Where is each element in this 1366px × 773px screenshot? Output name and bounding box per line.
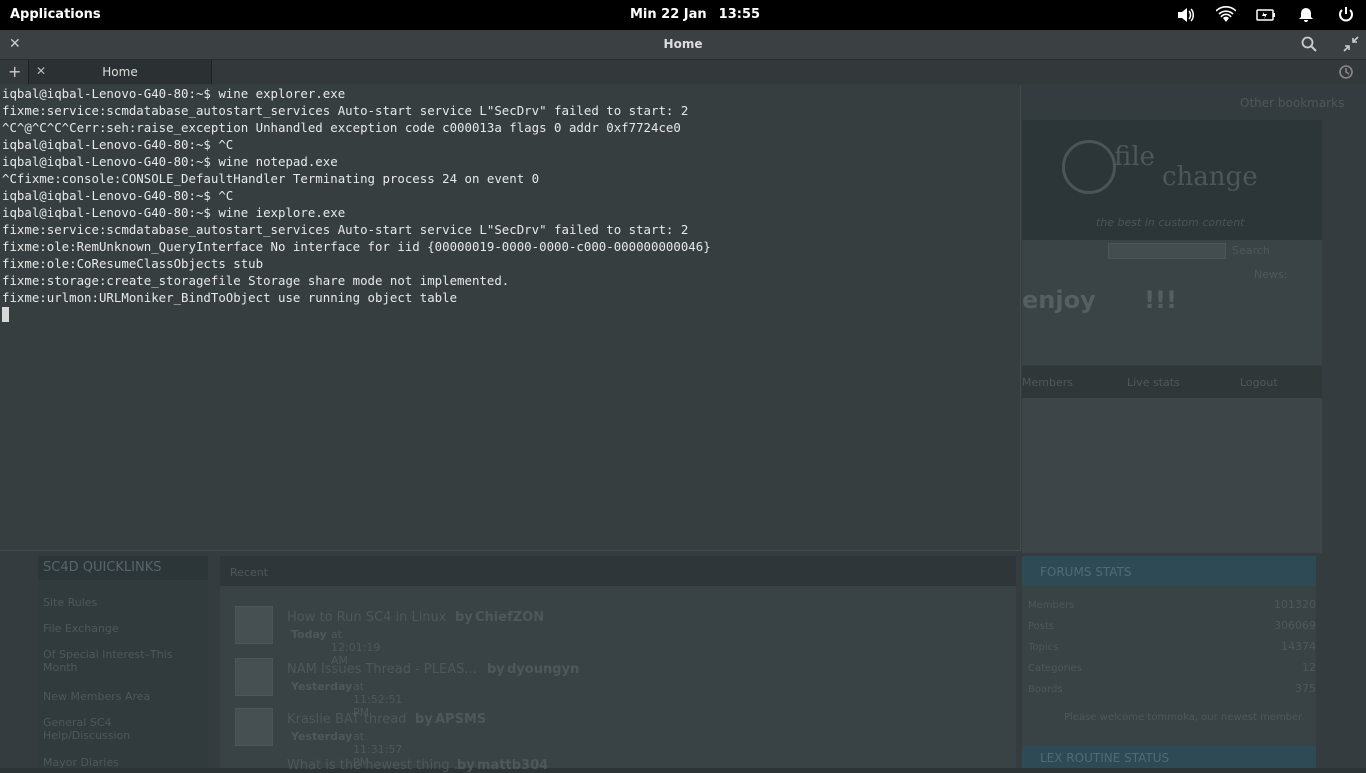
window-titlebar: ✕ Home [0,30,1366,60]
new-tab-icon[interactable]: + [8,62,21,81]
battery-icon[interactable] [1256,6,1276,24]
stat-value: 12 [1302,661,1316,674]
stat-label: Posts [1028,621,1055,632]
quicklink-item[interactable]: File Exchange [43,622,119,635]
post-when-bold: Today [291,628,327,641]
forum-stats-panel: FORUMS STATS Members 101320 Posts 306069… [1022,556,1316,768]
stat-label: Topics [1028,642,1059,653]
enjoy-heading: enjoy !!! [1022,286,1177,314]
quicklinks-title: SC4D QUICKLINKS [38,556,208,580]
terminal-output[interactable]: iqbal@iqbal-Lenovo-G40-80:~$ wine explor… [0,85,1021,551]
quicklink-item[interactable]: General SC4 Help/Discussion [43,716,173,742]
post-by: by [455,610,473,625]
post-thumbnail [235,606,273,644]
post-thumbnail [235,708,273,746]
terminal-line: fixme:service:scmdatabase_autostart_serv… [2,222,689,237]
volume-icon[interactable] [1176,6,1196,24]
stat-label: Categories [1028,663,1082,674]
nav-item-live-stats[interactable]: Live stats [1127,376,1180,389]
recent-posts-panel: Recent How to Run SC4 in Linux by ChiefZ… [220,556,1016,773]
terminal-line: iqbal@iqbal-Lenovo-G40-80:~$ wine explor… [2,86,346,101]
quicklinks-panel: SC4D QUICKLINKS Site Rules File Exchange… [38,556,208,769]
stat-label: Boards [1028,684,1063,695]
date-label: Min 22 Jan [630,7,707,22]
terminal-line: fixme:ole:CoResumeClassObjects stub [2,256,264,271]
nav-item-members[interactable]: Members [1022,376,1073,389]
terminal-line: iqbal@iqbal-Lenovo-G40-80:~$ ^C [2,137,234,152]
terminal-line: fixme:urlmon:URLMoniker_BindToObject use… [2,290,458,305]
post-by: by [487,662,505,677]
stat-value: 375 [1295,682,1316,695]
unmaximize-icon[interactable] [1343,36,1359,56]
applications-menu[interactable]: Applications [10,7,101,22]
quicklink-item[interactable]: Site Rules [43,596,97,609]
search-icon[interactable] [1301,36,1317,56]
banner-body: Search News: enjoy !!! [1022,240,1322,365]
terminal-line: fixme:storage:create_storagefile Storage… [2,273,510,288]
terminal-line: iqbal@iqbal-Lenovo-G40-80:~$ wine notepa… [2,154,338,169]
notification-bell-icon[interactable] [1296,6,1316,24]
search-button[interactable]: Search [1232,244,1270,257]
history-icon[interactable] [1338,64,1354,84]
stats-title: FORUMS STATS [1040,565,1132,579]
news-label: News: [1254,268,1288,281]
enjoy-text: enjoy [1022,286,1096,314]
latest-title: LEX ROUTINE STATUS [1040,751,1170,765]
post-author[interactable]: dyoungyn [507,662,579,677]
wifi-icon[interactable] [1215,6,1237,24]
post-thumbnail [235,658,273,696]
quicklink-item[interactable]: Mayor Diaries [43,756,119,769]
tab-label: Home [102,65,138,79]
recent-header: Recent [220,556,1016,586]
tab-home[interactable]: ✕ Home [28,60,212,84]
file-exchange-banner: file change the best in custom content [1022,120,1322,240]
stat-value: 14374 [1281,640,1316,653]
top-panel: Applications Min 22 Jan 13:55 [0,0,1366,30]
site-nav: Members Live stats Logout [1022,366,1322,398]
stat-value: 306069 [1274,619,1316,632]
tab-bar: + ✕ Home [0,60,1366,85]
content-panel [1022,398,1322,553]
post-author[interactable]: mattb304 [477,758,548,773]
logo-word-1: file [1114,142,1156,172]
window-title: Home [663,37,703,51]
bookmarks-label[interactable]: Other bookmarks [1240,96,1344,110]
latest-header: LEX ROUTINE STATUS [1022,746,1316,768]
terminal-line: fixme:service:scmdatabase_autostart_serv… [2,103,689,118]
quicklinks-title-text: SC4D QUICKLINKS [43,560,162,575]
terminal-line: iqbal@iqbal-Lenovo-G40-80:~$ ^C [2,188,234,203]
nav-item-logout[interactable]: Logout [1240,376,1278,389]
terminal-line: iqbal@iqbal-Lenovo-G40-80:~$ wine iexplo… [2,205,346,220]
terminal-line: ^C^@^C^C^Cerr:seh:raise_exception Unhand… [2,120,681,135]
terminal-cursor [2,307,9,322]
clock[interactable]: Min 22 Jan 13:55 [630,7,772,22]
quicklink-item[interactable]: New Members Area [43,690,150,703]
stat-label: Members [1028,600,1075,611]
terminal-line: ^Cfixme:console:CONSOLE_DefaultHandler T… [2,171,540,186]
post-author[interactable]: APSMS [435,712,486,727]
terminal-text: iqbal@iqbal-Lenovo-G40-80:~$ wine explor… [2,85,711,306]
enjoy-suffix: !!! [1144,286,1177,314]
post-author[interactable]: ChiefZON [475,610,544,625]
banner-tagline: the best in custom content [1096,216,1245,229]
post-title[interactable]: NAM Issues Thread - PLEAS... [287,662,477,677]
stat-value: 101320 [1274,598,1316,611]
post-by: by [415,712,433,727]
power-icon[interactable] [1336,6,1356,24]
post-when-bold: Yesterday [291,730,353,743]
recent-title: Recent [230,566,269,579]
logo-word-2: change [1162,162,1258,192]
post-when-bold: Yesterday [291,680,353,693]
stats-header: FORUMS STATS [1022,556,1316,586]
post-title[interactable]: How to Run SC4 in Linux [287,610,446,625]
terminal-line: fixme:ole:RemUnknown_QueryInterface No i… [2,239,711,254]
post-title[interactable]: What is the newest thing ... [287,758,466,773]
globe-logo-icon [1062,140,1116,194]
welcome-text: Please welcome tommoka, our newest membe… [1064,712,1305,723]
post-title[interactable]: Kraslie BAT thread [287,712,406,727]
post-by: by [457,758,475,773]
quicklink-item[interactable]: Of Special Interest–This Month [43,648,193,674]
time-label: 13:55 [718,7,761,22]
search-input[interactable] [1108,243,1226,259]
